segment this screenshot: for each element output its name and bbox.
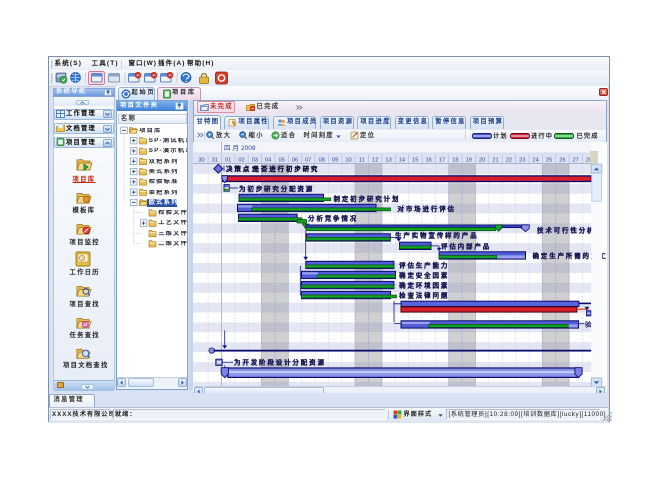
svg-text:09: 09	[331, 157, 337, 163]
svg-text:07: 07	[305, 157, 311, 163]
svg-text:确定环境因素: 确定环境因素	[399, 280, 449, 289]
svg-text:为开发阶段设计分配资源: 为开发阶段设计分配资源	[234, 357, 326, 366]
svg-text:23: 23	[519, 157, 525, 163]
svg-text:05: 05	[278, 157, 284, 163]
svg-text:24: 24	[532, 157, 538, 163]
svg-text:对市场进行评估: 对市场进行评估	[397, 203, 455, 212]
svg-text:01: 01	[224, 157, 230, 163]
svg-text:30: 30	[198, 157, 204, 163]
svg-text:为初步研究分配资源: 为初步研究分配资源	[239, 183, 314, 192]
svg-text:16: 16	[425, 157, 431, 163]
svg-text:评估内部产品: 评估内部产品	[440, 241, 490, 250]
svg-text:06: 06	[291, 157, 297, 163]
svg-text:15: 15	[412, 157, 418, 163]
svg-text:10: 10	[345, 157, 351, 163]
svg-text:14: 14	[398, 157, 404, 163]
svg-text:03: 03	[251, 157, 257, 163]
svg-text:20: 20	[479, 157, 485, 163]
svg-text:确定安全因素: 确定安全因素	[399, 270, 449, 279]
svg-text:21: 21	[492, 157, 498, 163]
svg-text:四月: 四月	[224, 144, 241, 152]
svg-text:08: 08	[318, 157, 324, 163]
svg-text:是否进行初步研究: 是否进行初步研究	[251, 164, 319, 173]
svg-text:检查法律问题: 检查法律问题	[399, 290, 449, 299]
svg-text:04: 04	[265, 157, 271, 163]
svg-text:19: 19	[465, 157, 471, 163]
svg-text:12: 12	[372, 157, 378, 163]
svg-text:17: 17	[438, 157, 444, 163]
svg-text:02: 02	[238, 157, 244, 163]
svg-text:技术可行性分析: 技术可行性分析	[536, 225, 594, 234]
svg-text:2009: 2009	[241, 145, 256, 152]
svg-text:制定初步研究计划: 制定初步研究计划	[333, 193, 400, 202]
svg-text:27: 27	[572, 157, 578, 163]
svg-text:生产实物宣传样的产品: 生产实物宣传样的产品	[395, 230, 478, 239]
svg-text:22: 22	[505, 157, 511, 163]
svg-text:18: 18	[452, 157, 458, 163]
svg-text:13: 13	[385, 157, 391, 163]
svg-text:11: 11	[358, 157, 364, 163]
svg-text:31: 31	[211, 157, 217, 163]
svg-text:26: 26	[559, 157, 565, 163]
svg-text:评估生产能力: 评估生产能力	[399, 260, 449, 269]
svg-text:25: 25	[545, 157, 551, 163]
svg-text:分析竞争情况: 分析竞争情况	[308, 213, 358, 222]
